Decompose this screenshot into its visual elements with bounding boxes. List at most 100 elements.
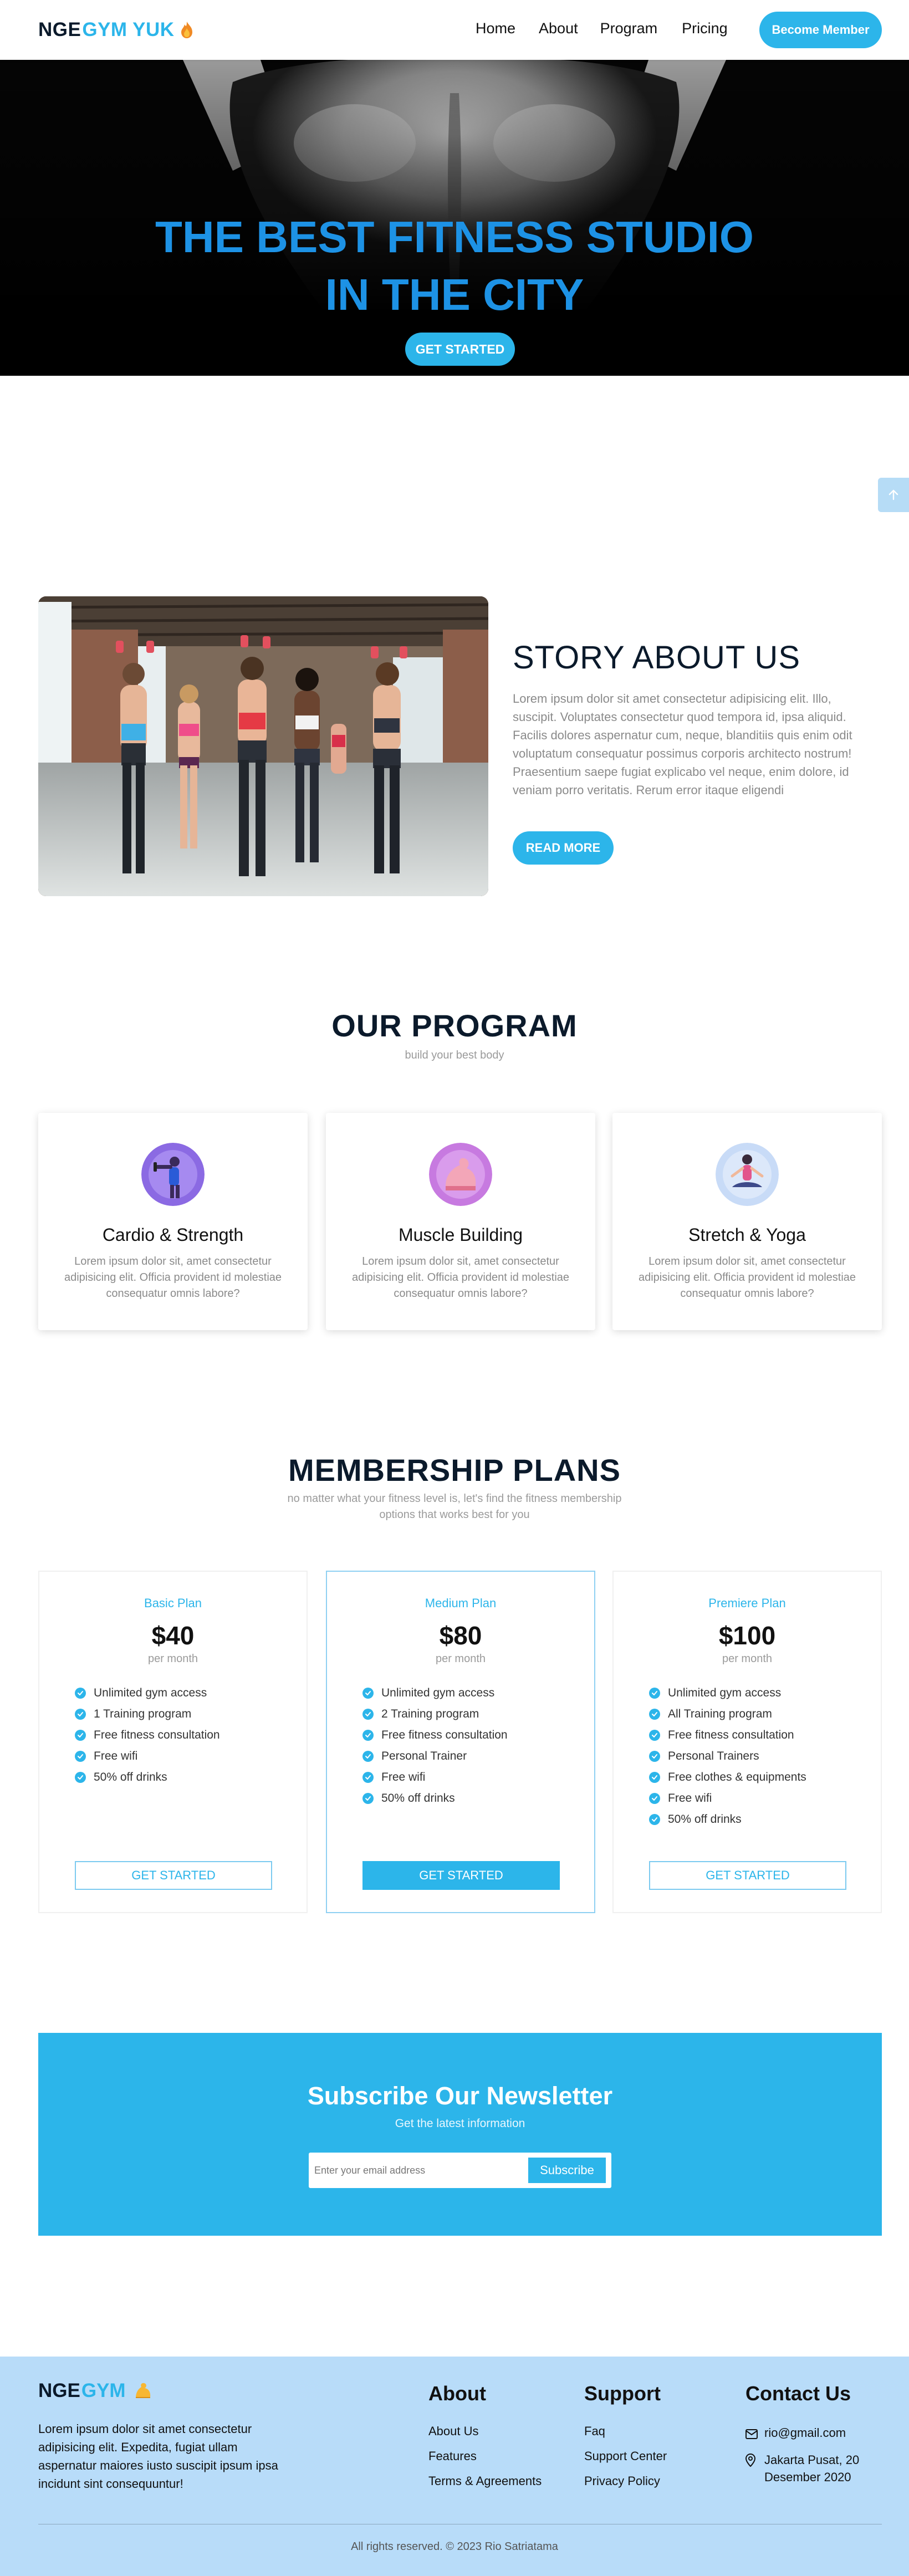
plan-feature-item: 1 Training program [75, 1704, 220, 1725]
brand-logo[interactable]: NGE GYM YUK [38, 19, 195, 41]
footer-about-title: About [428, 2382, 486, 2405]
program-card-yoga[interactable]: Stretch & Yoga Lorem ipsum dolor sit, am… [612, 1113, 882, 1330]
plan-feature-item: Free clothes & equipments [649, 1767, 806, 1788]
plan-period: per month [147, 1653, 198, 1665]
scroll-to-top-button[interactable] [878, 478, 909, 512]
footer-link-faq[interactable]: Faq [584, 2424, 667, 2449]
footer-support-title: Support [584, 2382, 661, 2405]
yoga-pose-icon [716, 1143, 779, 1206]
program-card-title: Cardio & Strength [102, 1225, 244, 1245]
check-circle-icon [649, 1688, 660, 1699]
check-circle-icon [75, 1709, 86, 1720]
check-circle-icon [362, 1793, 374, 1804]
plan-get-started-button[interactable]: GET STARTED [75, 1861, 272, 1890]
plan-feature-label: Unlimited gym access [94, 1686, 207, 1699]
program-card-desc: Lorem ipsum dolor sit, amet consectetur … [638, 1255, 856, 1300]
check-circle-icon [362, 1688, 374, 1699]
plan-feature-label: Unlimited gym access [668, 1686, 782, 1699]
plan-features: Unlimited gym access 1 Training program Fr… [75, 1683, 220, 1788]
footer-address-line2: Desember 2020 [764, 2470, 851, 2484]
check-circle-icon [362, 1751, 374, 1762]
footer-contact-info: rio@gmail.com Jakarta Pusat, 20 Desember… [745, 2424, 859, 2493]
newsletter-email-input[interactable] [313, 2159, 524, 2181]
plan-get-started-button[interactable]: GET STARTED [649, 1861, 846, 1890]
plan-feature-item: All Training program [649, 1704, 806, 1725]
plan-feature-label: 1 Training program [94, 1708, 192, 1720]
story-title: STORY ABOUT US [513, 640, 801, 676]
check-circle-icon [362, 1709, 374, 1720]
plan-get-started-button[interactable]: GET STARTED [362, 1861, 560, 1890]
footer-email[interactable]: rio@gmail.com [764, 2424, 846, 2441]
plan-name: Basic Plan [144, 1596, 202, 1610]
check-circle-icon [362, 1772, 374, 1783]
nav-about[interactable]: About [539, 20, 578, 37]
read-more-button[interactable]: READ MORE [513, 831, 614, 865]
plan-card-basic[interactable]: Basic Plan $40 per month Unlimited gym acce… [38, 1571, 308, 1913]
subscribe-button[interactable]: Subscribe [528, 2158, 606, 2183]
plan-feature-item: 50% off drinks [75, 1767, 220, 1788]
plan-feature-item: 50% off drinks [362, 1788, 508, 1809]
footer-link-privacy[interactable]: Privacy Policy [584, 2474, 667, 2499]
plan-feature-label: Free wifi [381, 1771, 426, 1783]
footer-brand-logo[interactable]: NGE GYM [38, 2380, 152, 2402]
plan-feature-item: Free wifi [362, 1767, 508, 1788]
footer-address-row: Jakarta Pusat, 20 Desember 2020 [745, 2451, 859, 2486]
footer-about-text: Lorem ipsum dolor sit amet consectetur a… [38, 2422, 278, 2491]
newsletter-subtitle: Get the latest information [395, 2117, 525, 2130]
footer-link-support-center[interactable]: Support Center [584, 2449, 667, 2474]
check-circle-icon [75, 1772, 86, 1783]
plan-feature-label: Free fitness consultation [94, 1729, 220, 1741]
plan-price: $40 [151, 1621, 195, 1650]
plan-feature-label: Free fitness consultation [381, 1729, 508, 1741]
plan-feature-item: Unlimited gym access [75, 1683, 220, 1704]
program-card-muscle[interactable]: Muscle Building Lorem ipsum dolor sit, a… [326, 1113, 595, 1330]
brand-part1: NGE [38, 19, 81, 40]
dumbbell-person-icon [141, 1143, 205, 1206]
footer-link-features[interactable]: Features [428, 2449, 542, 2474]
footer-link-terms[interactable]: Terms & Agreements [428, 2474, 542, 2499]
plan-card-medium[interactable]: Medium Plan $80 per month Unlimited gym acc… [326, 1571, 595, 1913]
membership-subtitle-line2: options that works best for you [379, 1509, 530, 1521]
become-member-button[interactable]: Become Member [759, 12, 882, 48]
nav-program[interactable]: Program [600, 20, 658, 37]
check-circle-icon [649, 1814, 660, 1825]
plan-name: Premiere Plan [708, 1596, 786, 1610]
plan-feature-label: Personal Trainers [668, 1750, 759, 1762]
flame-icon [181, 22, 192, 38]
plan-feature-label: 50% off drinks [94, 1771, 167, 1783]
footer-address: Jakarta Pusat, 20 Desember 2020 [764, 2451, 859, 2486]
hero-title-line1: THE BEST FITNESS STUDIO [155, 212, 754, 262]
plan-feature-item: 50% off drinks [649, 1809, 806, 1830]
newsletter-form: Subscribe [309, 2153, 611, 2188]
check-circle-icon [649, 1709, 660, 1720]
plan-feature-label: Personal Trainer [381, 1750, 467, 1762]
program-subtitle: build your best body [405, 1049, 504, 1061]
plan-feature-label: Unlimited gym access [381, 1686, 495, 1699]
hero-section: THE BEST FITNESS STUDIO IN THE CITY GET … [0, 60, 909, 376]
flexed-arm-icon [429, 1143, 492, 1206]
hero-get-started-button[interactable]: GET STARTED [405, 333, 515, 366]
plan-feature-item: Free fitness consultation [75, 1725, 220, 1746]
plan-period: per month [435, 1653, 486, 1665]
footer-brand-part1: NGE [38, 2380, 80, 2401]
hero-title-line2: IN THE CITY [325, 270, 584, 319]
check-circle-icon [75, 1730, 86, 1741]
check-circle-icon [362, 1730, 374, 1741]
plan-feature-item: Free fitness consultation [649, 1725, 806, 1746]
program-card-desc: Lorem ipsum dolor sit, amet consectetur … [351, 1255, 570, 1300]
program-card-cardio[interactable]: Cardio & Strength Lorem ipsum dolor sit,… [38, 1113, 308, 1330]
story-image [38, 596, 488, 896]
check-circle-icon [649, 1730, 660, 1741]
plan-feature-item: Unlimited gym access [362, 1683, 508, 1704]
plan-feature-label: 50% off drinks [381, 1792, 455, 1805]
nav-home[interactable]: Home [476, 20, 515, 37]
flexed-biceps-icon [135, 2383, 150, 2398]
plan-card-premiere[interactable]: Premiere Plan $100 per month Unlimited gym … [612, 1571, 882, 1913]
footer-copyright: All rights reserved. © 2023 Rio Satriata… [351, 2541, 558, 2553]
nav-pricing[interactable]: Pricing [682, 20, 728, 37]
plan-feature-label: Free fitness consultation [668, 1729, 794, 1741]
footer-link-about-us[interactable]: About Us [428, 2424, 542, 2449]
story-text: Lorem ipsum dolor sit amet consectetur a… [513, 692, 852, 797]
plan-feature-item: Free wifi [75, 1746, 220, 1767]
main-nav: Home About Program Pricing [476, 20, 761, 37]
